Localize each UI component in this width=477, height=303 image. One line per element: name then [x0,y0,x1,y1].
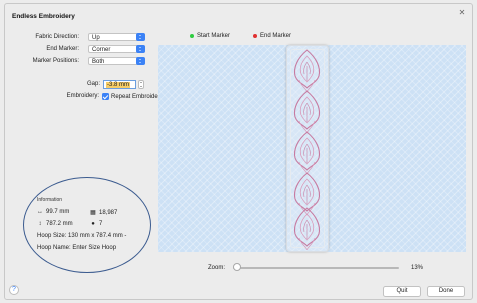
end-marker-legend-label: End Marker [260,33,292,39]
hoop-outline [286,45,329,252]
info-height-value: 787.2 mm [46,221,73,227]
end-marker-value: Corner [92,46,111,53]
info-hoop-size: Hoop Size: 130 mm x 787.4 mm - [37,233,127,239]
fabric-direction-select[interactable]: Up [88,33,145,41]
embroidery-preview-canvas[interactable] [158,45,466,252]
marker-positions-select[interactable]: Both [88,57,145,65]
start-marker-legend: Start Marker [190,33,230,39]
fabric-direction-row: Fabric Direction: Up [14,33,154,42]
embroidery-pattern [293,49,321,250]
repeat-embroidery-checkbox[interactable] [102,93,109,100]
zoom-value: 13% [411,265,424,271]
info-width: ↔ 99.7 mm [37,209,69,215]
embroidery-row: Embroidery: Repeat Embroidery [14,92,163,101]
start-marker-legend-label: Start Marker [197,33,231,39]
info-height: ↕ 787.2 mm [37,221,73,227]
gap-row: Gap: -3.8 mm [14,80,154,89]
marker-positions-row: Marker Positions: Both [14,57,154,66]
information-heading: Information [37,197,63,203]
stitch-count-icon: ▦ [90,210,96,216]
marker-positions-label: Marker Positions: [32,58,79,64]
zoom-label: Zoom: [208,265,226,271]
gap-value: -3.8 mm [106,82,131,88]
help-button[interactable]: ? [9,285,19,295]
start-marker-dot-icon [190,34,194,38]
end-marker-select[interactable]: Corner [88,45,145,53]
embroidery-label: Embroidery: [66,93,99,99]
info-width-value: 99.7 mm [46,209,70,215]
gap-label: Gap: [86,81,100,87]
end-marker-dot-icon [253,34,257,38]
palette-icon: ● [91,221,95,227]
zoom-slider-track[interactable] [233,267,399,269]
info-hoop-name: Hoop Name: Enter Size Hoop [37,245,117,251]
zoom-slider-knob[interactable] [233,263,241,271]
end-marker-legend: End Marker [253,33,291,39]
info-stitches: ▦ 18,987 [90,209,117,216]
chevron-updown-icon [136,45,145,53]
marker-positions-value: Both [92,58,105,65]
chevron-updown-icon [136,33,145,41]
gap-input[interactable]: -3.8 mm [103,80,136,89]
info-colors-value: 7 [99,221,103,227]
arrow-vertical-icon: ↕ [38,221,42,227]
end-marker-row: End Marker: Corner [14,45,154,54]
repeat-embroidery-label: Repeat Embroidery [111,93,163,100]
quit-button[interactable]: Quit [383,286,421,297]
gap-stepper[interactable] [138,80,144,89]
chevron-updown-icon [136,57,145,65]
done-button[interactable]: Done [427,286,465,297]
close-icon[interactable]: ✕ [458,9,466,17]
repeat-embroidery-toggle[interactable]: Repeat Embroidery [102,92,163,101]
arrow-horizontal-icon: ↔ [37,209,43,215]
end-marker-label: End Marker: [46,46,79,52]
info-stitches-value: 18,987 [99,210,118,216]
fabric-direction-value: Up [92,34,100,41]
info-colors: ● 7 [90,221,102,227]
window-title: Endless Embroidery [12,13,75,20]
fabric-direction-label: Fabric Direction: [35,34,79,40]
